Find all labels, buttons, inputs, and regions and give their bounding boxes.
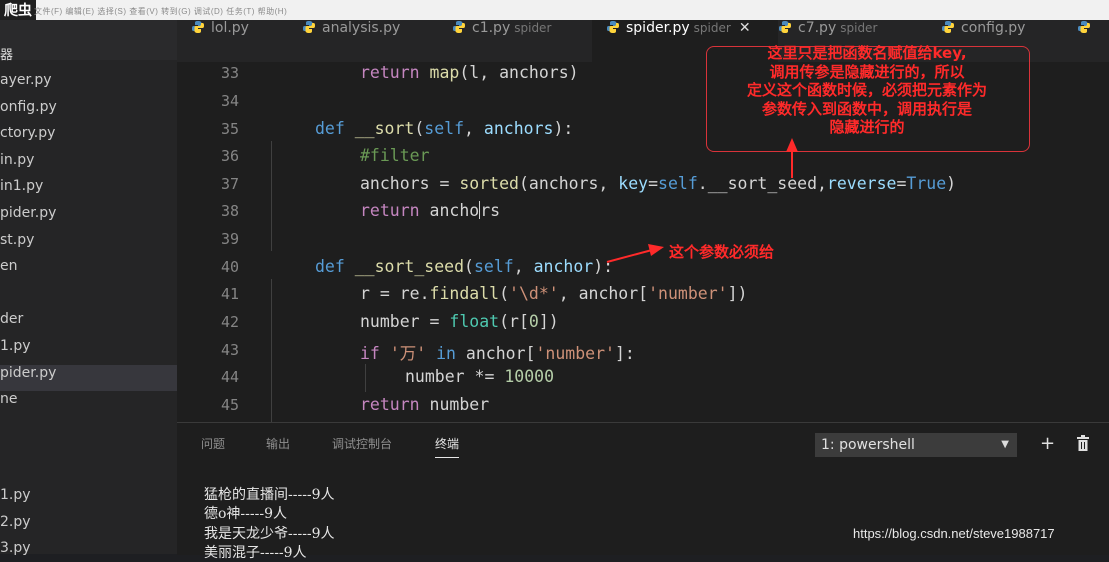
watermark: https://blog.csdn.net/steve1988717 <box>853 526 1055 541</box>
arrow-line-right <box>606 249 653 263</box>
annotation-arrows <box>606 138 798 263</box>
arrow-head-right <box>648 244 664 256</box>
arrow-head-up <box>786 138 798 152</box>
